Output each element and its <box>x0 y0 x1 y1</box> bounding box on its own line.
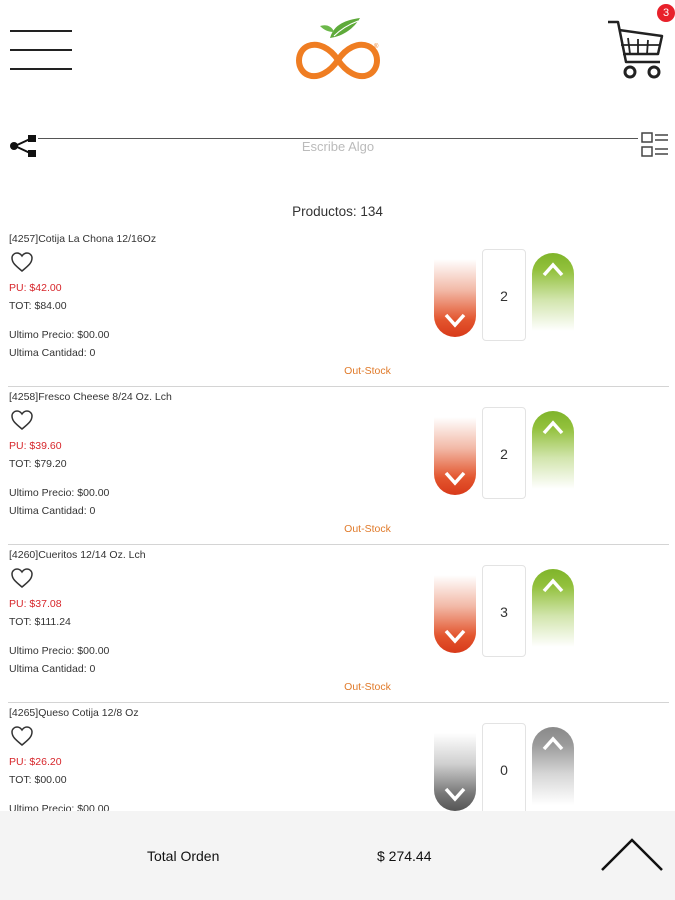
total-price: TOT: $79.20 <box>9 458 67 470</box>
chevron-up-icon <box>542 420 564 435</box>
last-quantity: Ultima Cantidad: 0 <box>9 505 96 517</box>
quantity-field[interactable]: 2 <box>482 249 526 341</box>
product-code-name: [4260]Cueritos 12/14 Oz. Lch <box>9 549 146 561</box>
quantity-field[interactable]: 0 <box>482 723 526 811</box>
last-price: Ultimo Precio: $00.00 <box>9 645 110 657</box>
chevron-up-icon <box>542 578 564 593</box>
last-quantity: Ultima Cantidad: 0 <box>9 663 96 675</box>
heart-icon[interactable] <box>10 251 34 273</box>
product-item: [4265]Queso Cotija 12/8 Oz PU: $26.20 TO… <box>0 703 675 811</box>
chevron-up-icon <box>542 736 564 751</box>
product-code-name: [4265]Queso Cotija 12/8 Oz <box>9 707 139 719</box>
product-item: [4258]Fresco Cheese 8/24 Oz. Lch PU: $39… <box>0 387 675 545</box>
products-count: Productos: 134 <box>292 204 383 219</box>
total-price: TOT: $111.24 <box>9 616 71 628</box>
increment-button[interactable] <box>532 569 574 647</box>
increment-button[interactable] <box>532 411 574 489</box>
last-price: Ultimo Precio: $00.00 <box>9 803 110 811</box>
last-price: Ultimo Precio: $00.00 <box>9 487 110 499</box>
unit-price: PU: $26.20 <box>9 756 62 768</box>
total-order-label: Total Orden <box>147 848 220 864</box>
hamburger-menu-icon[interactable] <box>10 28 72 72</box>
stock-status: Out-Stock <box>344 681 391 693</box>
share-nodes-icon[interactable] <box>8 134 38 158</box>
stock-status: Out-Stock <box>344 523 391 535</box>
last-quantity: Ultima Cantidad: 0 <box>9 347 96 359</box>
search-input[interactable] <box>238 138 438 154</box>
svg-text:®: ® <box>374 43 379 50</box>
product-list[interactable]: [4257]Cotija La Chona 12/16Oz PU: $42.00… <box>0 229 675 811</box>
quantity-field[interactable]: 3 <box>482 565 526 657</box>
chevron-up-icon[interactable] <box>600 837 664 873</box>
shopping-cart-icon[interactable] <box>606 16 666 82</box>
increment-button[interactable] <box>532 727 574 805</box>
total-order-value: $ 274.44 <box>377 848 432 864</box>
last-price: Ultimo Precio: $00.00 <box>9 329 110 341</box>
quantity-field[interactable]: 2 <box>482 407 526 499</box>
decrement-button[interactable] <box>434 575 476 653</box>
list-view-toggle-icon[interactable] <box>640 130 670 162</box>
heart-icon[interactable] <box>10 409 34 431</box>
product-item: [4257]Cotija La Chona 12/16Oz PU: $42.00… <box>0 229 675 387</box>
chevron-down-icon <box>444 629 466 644</box>
chevron-down-icon <box>444 313 466 328</box>
total-price: TOT: $84.00 <box>9 300 67 312</box>
unit-price: PU: $37.08 <box>9 598 62 610</box>
total-price: TOT: $00.00 <box>9 774 67 786</box>
decrement-button[interactable] <box>434 417 476 495</box>
product-item: [4260]Cueritos 12/14 Oz. Lch PU: $37.08 … <box>0 545 675 703</box>
cart-count-badge: 3 <box>657 4 675 22</box>
chevron-up-icon <box>542 262 564 277</box>
heart-icon[interactable] <box>10 725 34 747</box>
decrement-button[interactable] <box>434 259 476 337</box>
chevron-down-icon <box>444 471 466 486</box>
heart-icon[interactable] <box>10 567 34 589</box>
unit-price: PU: $39.60 <box>9 440 62 452</box>
chevron-down-icon <box>444 787 466 802</box>
order-footer: Total Orden $ 274.44 <box>0 811 675 900</box>
increment-button[interactable] <box>532 253 574 331</box>
product-code-name: [4258]Fresco Cheese 8/24 Oz. Lch <box>9 391 172 403</box>
stock-status: Out-Stock <box>344 365 391 377</box>
unit-price: PU: $42.00 <box>9 282 62 294</box>
product-code-name: [4257]Cotija La Chona 12/16Oz <box>9 233 157 245</box>
decrement-button[interactable] <box>434 733 476 811</box>
orange-infinity-logo: ® <box>296 18 380 80</box>
